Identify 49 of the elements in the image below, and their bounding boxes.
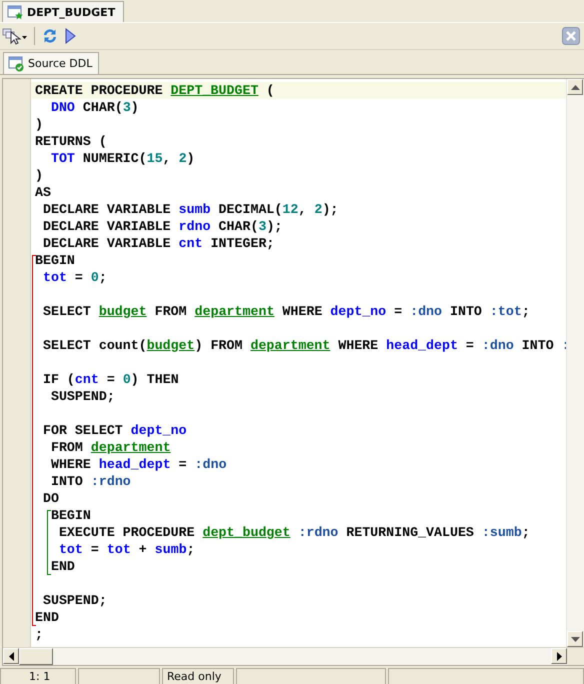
pointer-icon[interactable]: [2, 27, 28, 45]
code-line: DNO CHAR(3): [50, 100, 139, 115]
source-tab[interactable]: Source DDL: [3, 52, 100, 74]
horizontal-scrollbar[interactable]: [3, 647, 584, 665]
left-caret-icon: [8, 652, 14, 660]
code-line: EXECUTE PROCEDURE dept_budget :rdno RETURNING_VALUES :sumb;: [58, 525, 530, 540]
down-caret-icon: [570, 636, 580, 642]
up-caret-icon: [570, 84, 580, 90]
right-caret-icon: [556, 652, 562, 660]
code-line: ): [35, 117, 43, 132]
code-line: DECLARE VARIABLE sumb DECIMAL(12, 2);: [42, 202, 338, 217]
cursor-position: 1: 1: [29, 670, 50, 683]
run-icon[interactable]: [63, 27, 77, 45]
scroll-thumb[interactable]: [19, 648, 53, 665]
window-check-icon: [8, 56, 24, 72]
code-line: CREATE PROCEDURE DEPT_BUDGET (: [35, 83, 274, 98]
code-line: DO: [42, 491, 59, 506]
code-line: END: [50, 559, 75, 574]
code-line: AS: [35, 185, 51, 200]
fold-bracket: [47, 510, 51, 575]
code-editor[interactable]: [2, 78, 584, 666]
code-line: TOT NUMERIC(15, 2): [50, 151, 195, 166]
scroll-up-button[interactable]: [567, 79, 583, 95]
refresh-icon[interactable]: [41, 27, 59, 45]
code-line: BEGIN: [50, 508, 91, 523]
code-line: ): [35, 168, 43, 183]
code-line: tot = 0;: [42, 270, 107, 285]
scroll-down-button[interactable]: [567, 631, 583, 647]
code-line: END: [35, 610, 59, 625]
vertical-scrollbar[interactable]: [566, 79, 584, 647]
code-line: FOR SELECT dept_no: [42, 423, 187, 438]
scroll-left-button[interactable]: [3, 648, 19, 664]
code-line: SUSPEND;: [50, 389, 115, 404]
code-line: RETURNS (: [35, 134, 107, 149]
document-tab[interactable]: DEPT_BUDGET: [2, 1, 124, 22]
code-line: INTO :rdno: [50, 474, 131, 489]
code-line: BEGIN: [35, 253, 75, 268]
code-line: WHERE head_dept = :dno: [50, 457, 227, 472]
code-line: DECLARE VARIABLE cnt INTEGER;: [42, 236, 274, 251]
code-line: ;: [35, 627, 43, 642]
close-icon[interactable]: [562, 27, 580, 45]
code-line: SELECT budget FROM department WHERE dept_no = :dno INTO :tot;: [42, 304, 530, 319]
scroll-right-button[interactable]: [551, 648, 567, 664]
code-line: FROM department: [50, 440, 171, 455]
code-line: IF (cnt = 0) THEN: [42, 372, 179, 387]
edit-mode: Read only: [167, 670, 222, 683]
code-line: SUSPEND;: [42, 593, 107, 608]
code-line: tot = tot + sumb;: [58, 542, 195, 557]
code-line: DECLARE VARIABLE rdno CHAR(3);: [42, 219, 282, 234]
